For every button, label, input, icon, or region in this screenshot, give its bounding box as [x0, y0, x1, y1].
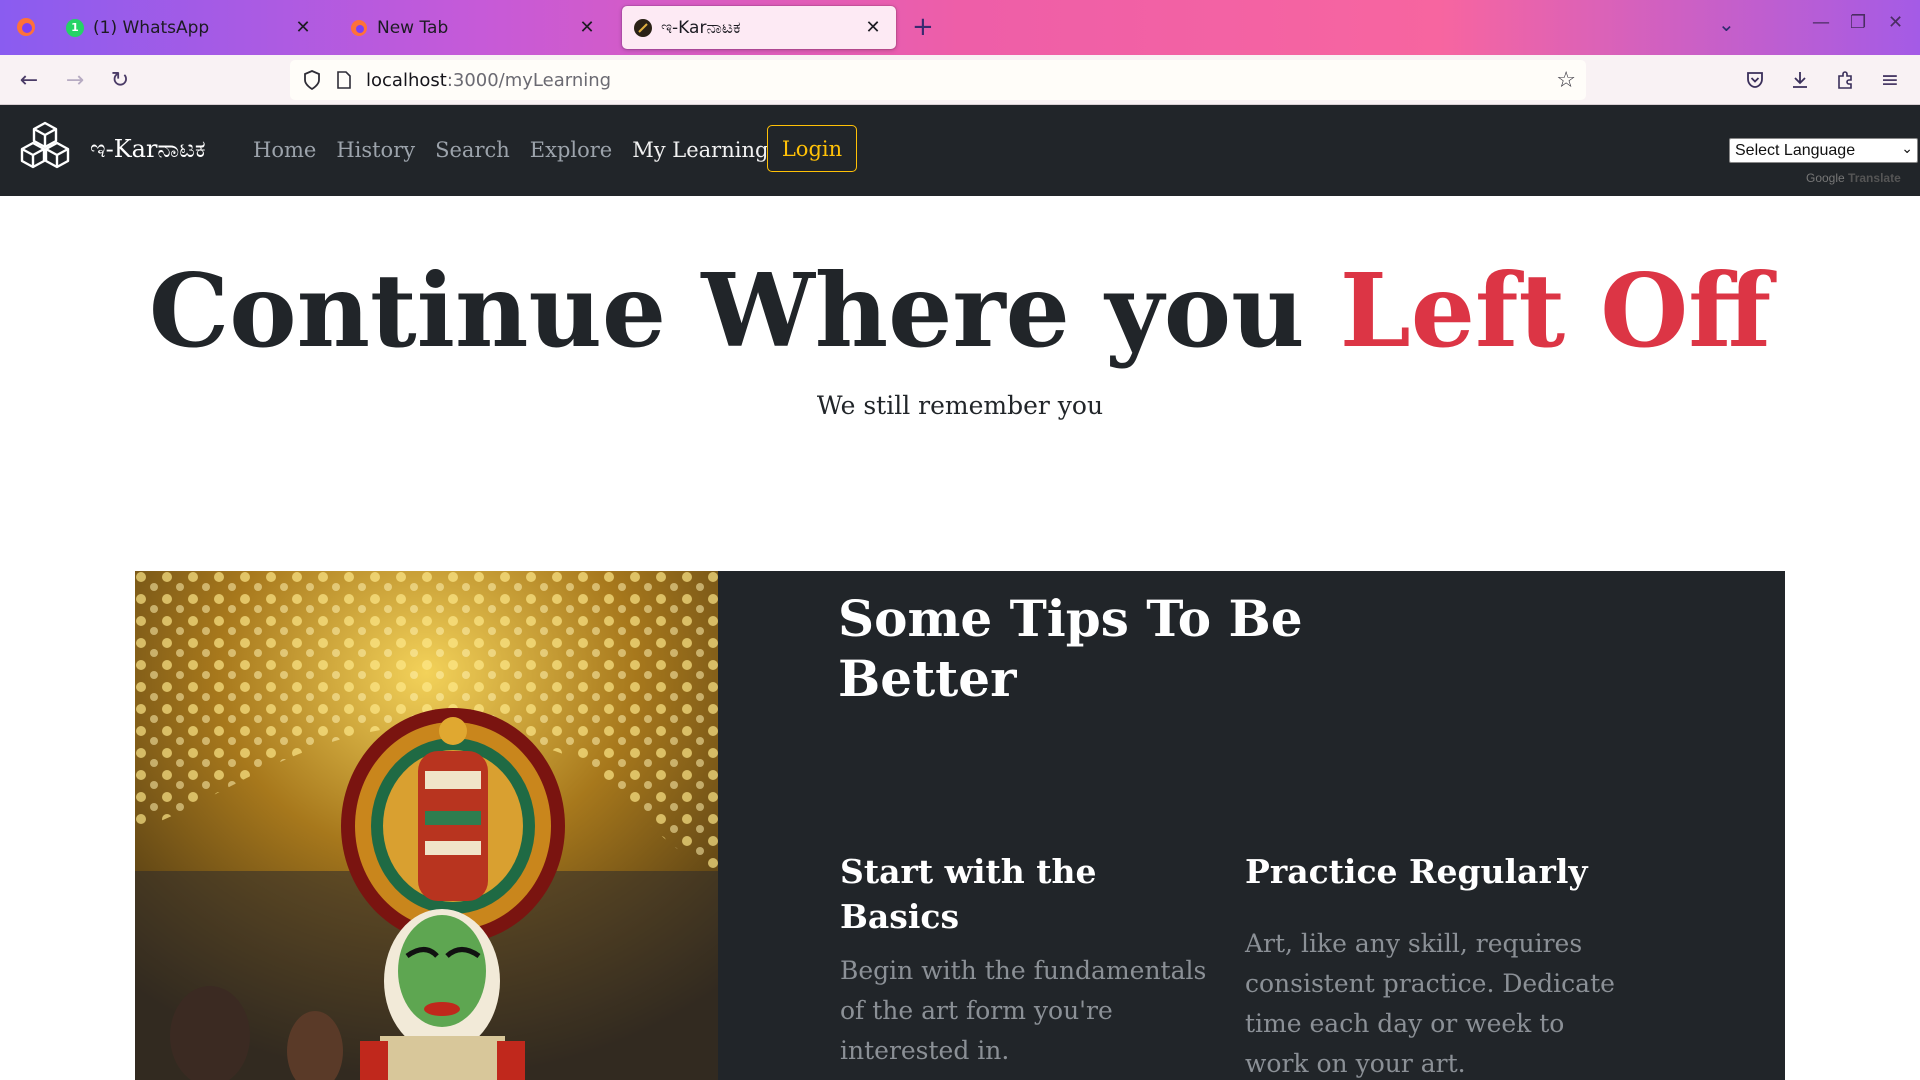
tip-heading: Practice Regularly: [1245, 852, 1588, 891]
site-brand[interactable]: ಇ-Karನಾಟಕ: [90, 135, 206, 163]
firefox-icon[interactable]: [8, 8, 44, 46]
url-text[interactable]: localhost:3000/myLearning: [366, 70, 611, 91]
language-select-value: Select Language: [1735, 141, 1856, 159]
tab-title: New Tab: [377, 17, 449, 38]
tab-new-tab[interactable]: New Tab ✕: [338, 6, 610, 49]
tab-title: ಇ-Karನಾಟಕ: [661, 17, 741, 38]
minimize-icon[interactable]: —: [1812, 12, 1830, 33]
site-favicon-icon: [634, 18, 652, 37]
hero-title-main: Continue Where you: [148, 251, 1340, 370]
google-label: Google: [1806, 171, 1845, 185]
tip-card: Start with the Basics Begin with the fun…: [840, 849, 1215, 1071]
site-nav-links: Home History Search Explore My Learning: [253, 138, 768, 162]
page-icon[interactable]: [334, 68, 354, 92]
tip-card: Practice Regularly Art, like any skill, …: [1245, 849, 1630, 1080]
url-path: :3000/myLearning: [446, 69, 612, 91]
menu-icon[interactable]: ≡: [1875, 65, 1905, 95]
forward-icon[interactable]: →: [60, 65, 90, 95]
url-host: localhost: [366, 69, 447, 91]
firefox-tab-icon: [350, 19, 368, 37]
download-icon[interactable]: [1785, 65, 1815, 95]
nav-home[interactable]: Home: [253, 138, 316, 162]
tab-whatsapp[interactable]: 1 (1) WhatsApp ✕: [54, 6, 326, 49]
browser-tab-strip: 1 (1) WhatsApp ✕ New Tab ✕ ಇ-Karನಾಟಕ ✕ +…: [0, 0, 1920, 55]
nav-history[interactable]: History: [336, 138, 415, 162]
kathakali-image: [135, 571, 718, 1080]
close-tab-icon[interactable]: ✕: [292, 17, 314, 38]
tip-body: Art, like any skill, requires consistent…: [1245, 929, 1615, 1078]
cube-logo-icon[interactable]: [18, 119, 72, 173]
nav-search[interactable]: Search: [435, 138, 510, 162]
hero-title-accent: Left Off: [1339, 251, 1772, 370]
translate-label: Translate: [1848, 171, 1901, 185]
tips-section: Some Tips To Be Better Start with the Ba…: [135, 571, 1785, 1080]
nav-my-learning[interactable]: My Learning: [632, 138, 768, 162]
tab-list-chevron-icon[interactable]: ⌄: [1718, 12, 1735, 36]
hero-title: Continue Where you Left Off: [0, 257, 1920, 364]
close-window-icon[interactable]: ✕: [1888, 12, 1903, 33]
tab-title: (1) WhatsApp: [93, 17, 210, 38]
close-tab-icon[interactable]: ✕: [862, 17, 884, 38]
star-icon[interactable]: ☆: [1556, 68, 1576, 93]
extensions-icon[interactable]: [1830, 65, 1860, 95]
tab-e-karnataka[interactable]: ಇ-Karನಾಟಕ ✕: [622, 6, 896, 49]
nav-explore[interactable]: Explore: [530, 138, 612, 162]
address-bar[interactable]: localhost:3000/myLearning ☆: [290, 60, 1586, 100]
login-button[interactable]: Login: [767, 125, 857, 172]
tip-heading: Start with the Basics: [840, 852, 1097, 936]
whatsapp-icon: 1: [66, 18, 84, 37]
back-icon[interactable]: ←: [14, 65, 44, 95]
google-translate-credit[interactable]: Google Translate: [1806, 171, 1901, 185]
language-select[interactable]: Select Language ⌄: [1729, 138, 1918, 163]
hero-subtitle: We still remember you: [816, 391, 1104, 420]
reload-icon[interactable]: ↻: [105, 65, 135, 95]
close-tab-icon[interactable]: ✕: [576, 17, 598, 38]
restore-icon[interactable]: ❐: [1850, 12, 1866, 33]
pocket-icon[interactable]: [1740, 65, 1770, 95]
shield-icon[interactable]: [300, 68, 324, 92]
tip-body: Begin with the fundamentals of the art f…: [840, 956, 1207, 1065]
browser-toolbar: ← → ↻ localhost:3000/myLearning ☆ ≡: [0, 55, 1920, 105]
chevron-down-icon: ⌄: [1901, 140, 1913, 156]
tips-title: Some Tips To Be Better: [838, 589, 1303, 708]
site-navbar: ಇ-Karನಾಟಕ Home History Search Explore My…: [0, 105, 1920, 196]
new-tab-icon[interactable]: +: [912, 12, 934, 42]
